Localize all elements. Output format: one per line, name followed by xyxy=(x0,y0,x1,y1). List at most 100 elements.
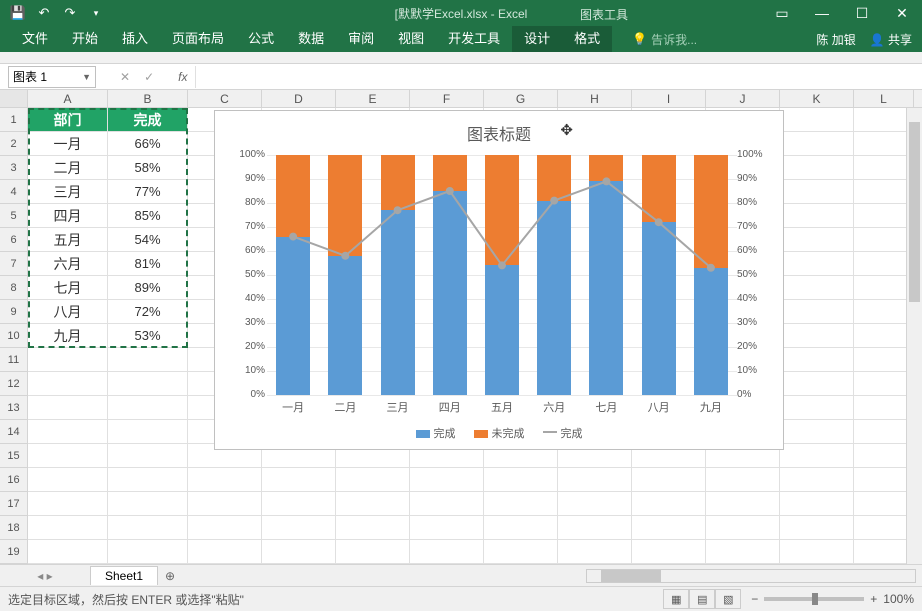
cell-G17[interactable] xyxy=(484,492,558,516)
cell-L16[interactable] xyxy=(854,468,914,492)
undo-icon[interactable]: ↶ xyxy=(32,2,56,24)
cell-B17[interactable] xyxy=(108,492,188,516)
column-header-G[interactable]: G xyxy=(484,90,558,107)
column-header-H[interactable]: H xyxy=(558,90,632,107)
tell-me-search[interactable]: 💡 告诉我... xyxy=(632,31,697,48)
cell-A19[interactable] xyxy=(28,540,108,564)
chart-title[interactable]: 图表标题 ✥ xyxy=(215,111,783,151)
cell-H18[interactable] xyxy=(558,516,632,540)
cell-A7[interactable]: 六月 xyxy=(28,252,108,276)
cell-H17[interactable] xyxy=(558,492,632,516)
cell-E18[interactable] xyxy=(336,516,410,540)
cell-A10[interactable]: 九月 xyxy=(28,324,108,348)
cell-A14[interactable] xyxy=(28,420,108,444)
cell-I18[interactable] xyxy=(632,516,706,540)
cell-L13[interactable] xyxy=(854,396,914,420)
tab-data[interactable]: 数据 xyxy=(286,26,336,52)
cell-K13[interactable] xyxy=(780,396,854,420)
cell-B4[interactable]: 77% xyxy=(108,180,188,204)
tab-review[interactable]: 审阅 xyxy=(336,26,386,52)
new-sheet-button[interactable]: ⊕ xyxy=(158,568,182,584)
cell-L12[interactable] xyxy=(854,372,914,396)
cell-B6[interactable]: 54% xyxy=(108,228,188,252)
minimize-icon[interactable]: — xyxy=(802,0,842,26)
cell-A6[interactable]: 五月 xyxy=(28,228,108,252)
cell-L18[interactable] xyxy=(854,516,914,540)
cell-C17[interactable] xyxy=(188,492,262,516)
cell-L7[interactable] xyxy=(854,252,914,276)
cell-L2[interactable] xyxy=(854,132,914,156)
cell-K17[interactable] xyxy=(780,492,854,516)
cell-L1[interactable] xyxy=(854,108,914,132)
cell-K8[interactable] xyxy=(780,276,854,300)
sheet-tab-sheet1[interactable]: Sheet1 xyxy=(90,566,158,585)
cell-C16[interactable] xyxy=(188,468,262,492)
cell-I16[interactable] xyxy=(632,468,706,492)
zoom-slider[interactable] xyxy=(764,597,864,601)
name-box[interactable]: 图表 1 ▼ xyxy=(8,66,96,88)
view-page-break-icon[interactable]: ▧ xyxy=(715,589,741,609)
tab-formulas[interactable]: 公式 xyxy=(236,26,286,52)
cell-F16[interactable] xyxy=(410,468,484,492)
cell-K6[interactable] xyxy=(780,228,854,252)
cell-A8[interactable]: 七月 xyxy=(28,276,108,300)
cancel-formula-icon[interactable]: ✕ xyxy=(120,70,130,84)
row-header-6[interactable]: 6 xyxy=(0,228,28,252)
chart-legend[interactable]: 完成 未完成 完成 xyxy=(215,425,783,441)
cell-L4[interactable] xyxy=(854,180,914,204)
row-header-11[interactable]: 11 xyxy=(0,348,28,372)
cell-K18[interactable] xyxy=(780,516,854,540)
column-header-E[interactable]: E xyxy=(336,90,410,107)
cell-K9[interactable] xyxy=(780,300,854,324)
ribbon-options-icon[interactable]: ▭ xyxy=(762,0,802,26)
cell-L19[interactable] xyxy=(854,540,914,564)
tab-page-layout[interactable]: 页面布局 xyxy=(160,26,236,52)
sheet-nav-buttons[interactable]: ◂ ▸ xyxy=(0,569,90,583)
view-normal-icon[interactable]: ▦ xyxy=(663,589,689,609)
cell-G16[interactable] xyxy=(484,468,558,492)
zoom-out-button[interactable]: − xyxy=(751,592,758,606)
embedded-chart[interactable]: 图表标题 ✥ 0%10%20%30%40%50%60%70%80%90%100%… xyxy=(214,110,784,450)
row-header-4[interactable]: 4 xyxy=(0,180,28,204)
enter-formula-icon[interactable]: ✓ xyxy=(144,70,154,84)
cell-K19[interactable] xyxy=(780,540,854,564)
cell-L11[interactable] xyxy=(854,348,914,372)
row-header-12[interactable]: 12 xyxy=(0,372,28,396)
cell-G18[interactable] xyxy=(484,516,558,540)
cell-B16[interactable] xyxy=(108,468,188,492)
cell-C18[interactable] xyxy=(188,516,262,540)
zoom-level[interactable]: 100% xyxy=(883,592,914,606)
column-header-K[interactable]: K xyxy=(780,90,854,107)
cell-K16[interactable] xyxy=(780,468,854,492)
cell-D18[interactable] xyxy=(262,516,336,540)
share-button[interactable]: 👤 共享 xyxy=(870,31,912,48)
cell-A1[interactable]: 部门 xyxy=(28,108,108,132)
cell-B14[interactable] xyxy=(108,420,188,444)
cell-L3[interactable] xyxy=(854,156,914,180)
tab-chart-design[interactable]: 设计 xyxy=(512,26,562,52)
zoom-in-button[interactable]: + xyxy=(870,592,877,606)
cell-K5[interactable] xyxy=(780,204,854,228)
row-header-10[interactable]: 10 xyxy=(0,324,28,348)
cell-K12[interactable] xyxy=(780,372,854,396)
row-header-15[interactable]: 15 xyxy=(0,444,28,468)
cell-B13[interactable] xyxy=(108,396,188,420)
tab-developer[interactable]: 开发工具 xyxy=(436,26,512,52)
cell-L10[interactable] xyxy=(854,324,914,348)
cell-E19[interactable] xyxy=(336,540,410,564)
cell-F17[interactable] xyxy=(410,492,484,516)
save-icon[interactable]: 💾 xyxy=(6,2,30,24)
cell-A2[interactable]: 一月 xyxy=(28,132,108,156)
cell-L6[interactable] xyxy=(854,228,914,252)
cell-B5[interactable]: 85% xyxy=(108,204,188,228)
row-header-13[interactable]: 13 xyxy=(0,396,28,420)
cell-D17[interactable] xyxy=(262,492,336,516)
scrollbar-thumb[interactable] xyxy=(601,570,661,582)
cell-B3[interactable]: 58% xyxy=(108,156,188,180)
cell-A11[interactable] xyxy=(28,348,108,372)
close-icon[interactable]: ✕ xyxy=(882,0,922,26)
qat-dropdown-icon[interactable]: ▾ xyxy=(84,2,108,24)
chevron-down-icon[interactable]: ▼ xyxy=(82,72,91,82)
column-header-L[interactable]: L xyxy=(854,90,914,107)
cell-A9[interactable]: 八月 xyxy=(28,300,108,324)
